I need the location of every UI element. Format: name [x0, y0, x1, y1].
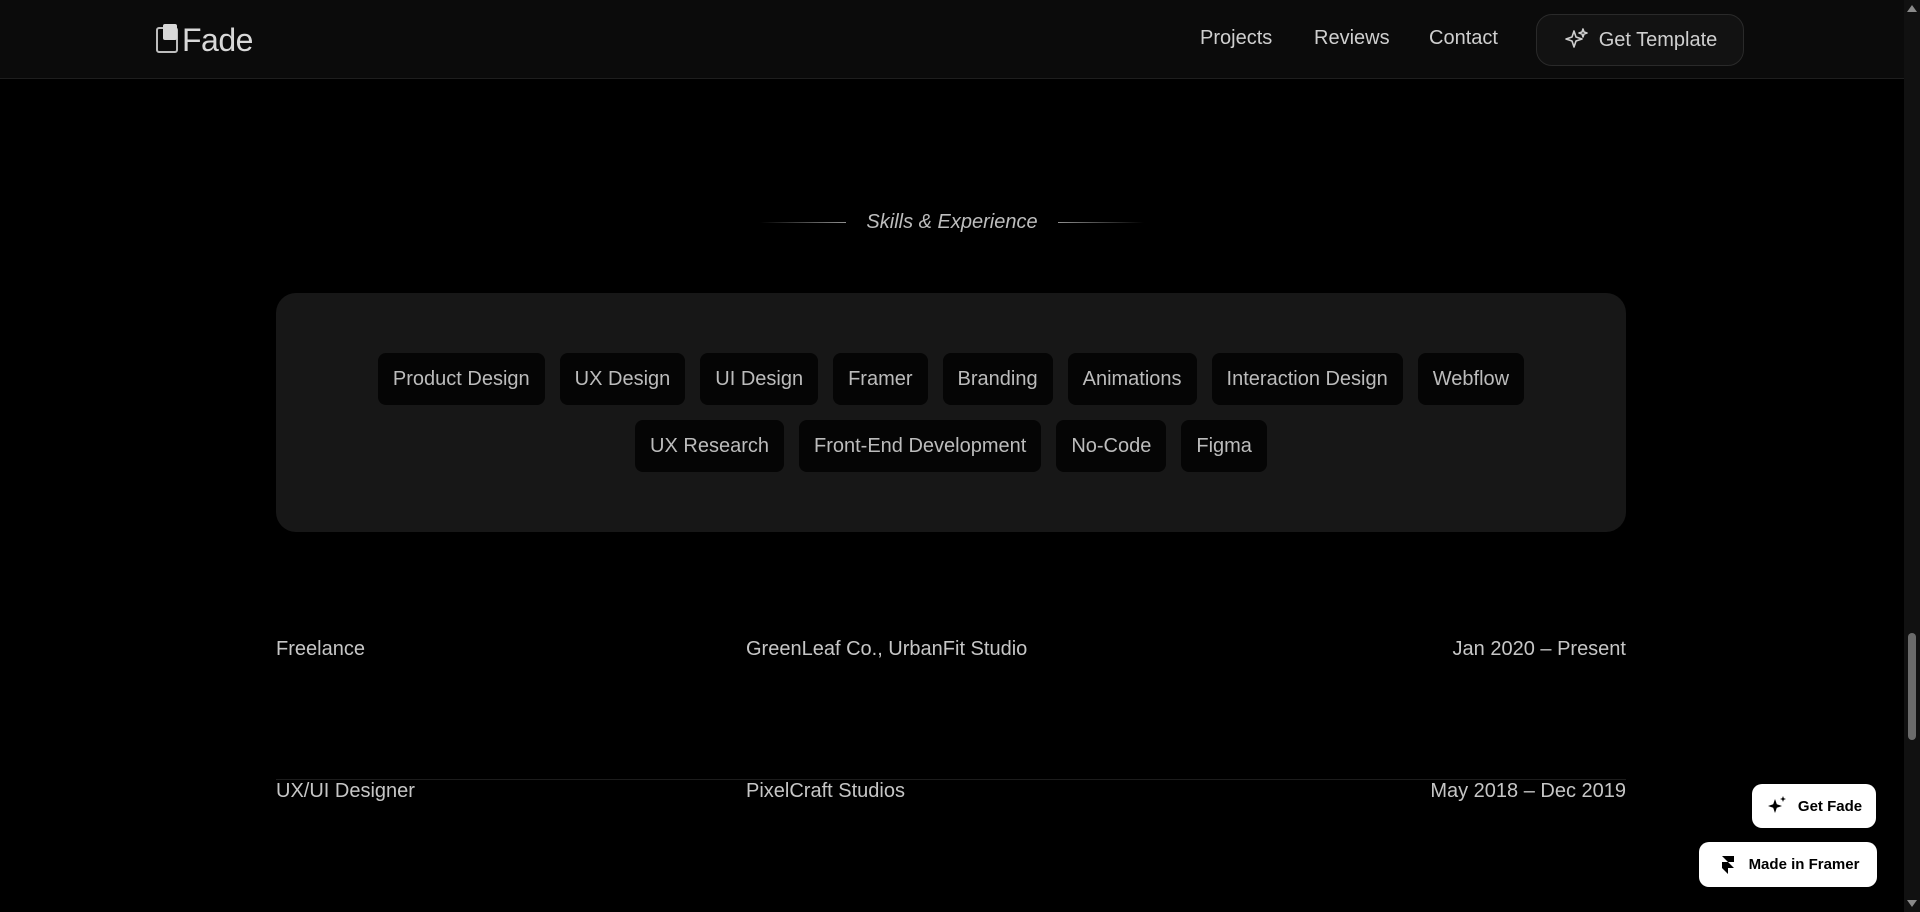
- sparkle-icon: [1767, 796, 1786, 813]
- skill-tag: No-Code: [1056, 420, 1167, 472]
- section-title: Skills & Experience: [866, 210, 1038, 233]
- top-navbar: Fade Projects Reviews Contact Get Templa…: [0, 0, 1904, 79]
- logo-text: Fade: [182, 21, 253, 58]
- skill-tag: UI Design: [700, 353, 819, 405]
- skills-card: Product Design UX Design UI Design Frame…: [276, 293, 1626, 532]
- experience-role: UX/UI Designer: [276, 780, 415, 802]
- experience-company: PixelCraft Studios: [746, 780, 905, 802]
- heading-divider-left: [760, 221, 847, 223]
- experience-row: Freelance GreenLeaf Co., UrbanFit Studio…: [276, 638, 1626, 780]
- experience-dates: May 2018 – Dec 2019: [1430, 780, 1626, 802]
- skill-tag: Framer: [833, 353, 928, 405]
- skill-tag: Product Design: [377, 353, 545, 405]
- experience-dates: Jan 2020 – Present: [1452, 638, 1626, 660]
- skill-tag: UX Design: [559, 353, 686, 405]
- skill-tag: Branding: [942, 353, 1053, 405]
- framer-logo-icon: [1721, 855, 1734, 874]
- scrollbar-thumb[interactable]: [1908, 633, 1916, 740]
- made-in-framer-label: Made in Framer: [1748, 856, 1860, 873]
- nav-link-projects[interactable]: Projects: [1200, 27, 1272, 50]
- skill-tag: Figma: [1181, 420, 1267, 472]
- skills-row-2: UX Research Front-End Development No-Cod…: [276, 420, 1626, 472]
- made-in-framer-button[interactable]: Made in Framer: [1699, 842, 1877, 887]
- scrollbar[interactable]: [1904, 0, 1920, 912]
- skill-tag: Front-End Development: [798, 420, 1042, 472]
- sparkle-icon: [1564, 28, 1588, 48]
- experience-company: GreenLeaf Co., UrbanFit Studio: [746, 638, 1028, 660]
- experience-row: UX/UI Designer PixelCraft Studios May 20…: [276, 780, 1626, 912]
- get-fade-label: Get Fade: [1797, 797, 1863, 815]
- skill-tag: Animations: [1067, 353, 1197, 405]
- scroll-down-arrow-icon[interactable]: [1907, 900, 1917, 907]
- skill-tag: UX Research: [635, 420, 784, 472]
- skills-row-1: Product Design UX Design UI Design Frame…: [276, 353, 1626, 405]
- get-fade-button[interactable]: Get Fade: [1752, 784, 1876, 828]
- scroll-up-arrow-icon[interactable]: [1907, 5, 1917, 12]
- section-heading: Skills & Experience: [0, 208, 1904, 236]
- skill-tag: Interaction Design: [1211, 353, 1403, 405]
- skill-tag: Webflow: [1417, 353, 1525, 405]
- nav-link-contact[interactable]: Contact: [1429, 27, 1498, 50]
- get-template-label: Get Template: [1598, 28, 1718, 51]
- heading-divider-right: [1057, 221, 1144, 223]
- logo[interactable]: Fade: [156, 21, 253, 58]
- get-template-button[interactable]: Get Template: [1536, 14, 1744, 66]
- nav-link-reviews[interactable]: Reviews: [1314, 27, 1390, 50]
- experience-role: Freelance: [276, 638, 365, 660]
- logo-mark-icon: [156, 24, 178, 53]
- page: Fade Projects Reviews Contact Get Templa…: [0, 0, 1920, 912]
